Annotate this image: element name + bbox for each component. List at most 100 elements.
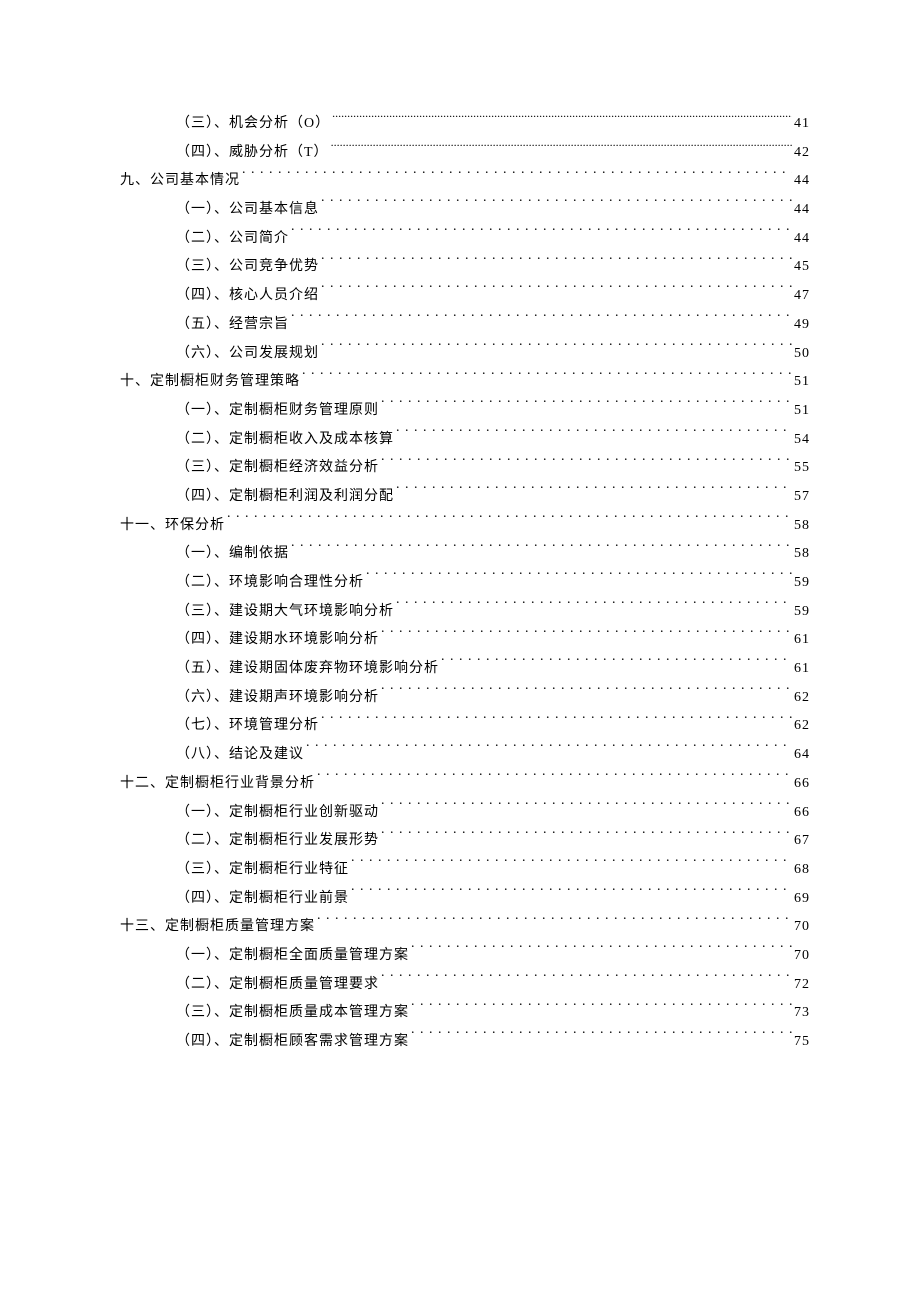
toc-leader: [366, 572, 792, 586]
toc-page-number: 72: [794, 971, 810, 1000]
toc-entry: （二）、定制橱柜质量管理要求 72: [176, 971, 810, 1000]
toc-page-number: 55: [794, 454, 810, 483]
toc-page-number: 58: [794, 512, 810, 541]
toc-page-number: 58: [794, 540, 810, 569]
toc-title: （七）、环境管理分析: [176, 712, 319, 741]
toc-entry: （二）、环境影响合理性分析 59: [176, 569, 810, 598]
toc-leader: [381, 629, 792, 643]
toc-page-number: 45: [794, 253, 810, 282]
toc-page-number: 59: [794, 598, 810, 627]
toc-page-number: 70: [794, 913, 810, 942]
toc-page-number: 49: [794, 311, 810, 340]
toc-entry: （六）、公司发展规划50: [176, 340, 810, 369]
toc-title: （二）、定制橱柜行业发展形势: [176, 827, 379, 856]
toc-page-number: 73: [794, 999, 810, 1028]
toc-page-number: 68: [794, 856, 810, 885]
toc-leader: [321, 199, 792, 213]
toc-page-number: 59: [794, 569, 810, 598]
toc-title: （二）、环境影响合理性分析: [176, 569, 364, 598]
toc-leader: [321, 715, 792, 729]
toc-leader: [381, 400, 792, 414]
toc-entry: （一）、定制橱柜财务管理原则 51: [176, 397, 810, 426]
toc-page-number: 41: [794, 110, 810, 139]
toc-title: （一）、定制橱柜财务管理原则: [176, 397, 379, 426]
toc-entry: 九、公司基本情况 44: [120, 167, 810, 196]
toc-leader: [411, 945, 792, 959]
toc-entry: （三）、定制橱柜行业特征 68: [176, 856, 810, 885]
toc-leader: [441, 658, 792, 672]
toc-entry: （一）、公司基本信息 44: [176, 196, 810, 225]
toc-entry: （一）、定制橱柜行业创新驱动66: [176, 799, 810, 828]
toc-leader: [351, 888, 792, 902]
toc-leader: [381, 974, 792, 988]
toc-page-number: 44: [794, 167, 810, 196]
toc-leader: [291, 228, 792, 242]
toc-title: （六）、建设期声环境影响分析: [176, 684, 379, 713]
toc-entry: 十、定制橱柜财务管理策略51: [120, 368, 810, 397]
toc-leader: [317, 773, 792, 787]
toc-leader: [381, 802, 792, 816]
toc-page-number: 51: [794, 368, 810, 397]
toc-page-number: 70: [794, 942, 810, 971]
toc-leader: [321, 343, 792, 357]
toc-entry: （二）、公司简介44: [176, 225, 810, 254]
toc-entry: （二）、定制橱柜行业发展形势 67: [176, 827, 810, 856]
toc-entry: （四）、定制橱柜顾客需求管理方案75: [176, 1028, 810, 1057]
toc-entry: （六）、建设期声环境影响分析62: [176, 684, 810, 713]
toc-leader: [306, 744, 792, 758]
toc-page-number: 51: [794, 397, 810, 426]
toc-title: （二）、定制橱柜质量管理要求: [176, 971, 379, 1000]
toc-entry: （四）、建设期水环境影响分析61: [176, 626, 810, 655]
toc-title: （一）、定制橱柜行业创新驱动: [176, 799, 379, 828]
toc-page: （三）、机会分析（O）41（四）、威胁分析（T）42九、公司基本情况44（一）、…: [0, 0, 920, 1057]
toc-title: （三）、机会分析（O）: [176, 110, 330, 139]
toc-entry: （四）、定制橱柜利润及利润分配57: [176, 483, 810, 512]
toc-title: 十二、定制橱柜行业背景分析: [120, 770, 315, 799]
toc-page-number: 66: [794, 770, 810, 799]
toc-leader: [411, 1002, 792, 1016]
toc-entry: （四）、定制橱柜行业前景69: [176, 885, 810, 914]
toc-entry: （一）、编制依据 58: [176, 540, 810, 569]
toc-page-number: 62: [794, 712, 810, 741]
toc-title: 十一、环保分析: [120, 512, 225, 541]
toc-leader: [396, 601, 792, 615]
toc-title: （三）、建设期大气环境影响分析: [176, 598, 394, 627]
toc-title: （四）、威胁分析（T）: [176, 139, 329, 168]
toc-leader: [291, 543, 792, 557]
toc-page-number: 57: [794, 483, 810, 512]
toc-page-number: 47: [794, 282, 810, 311]
toc-leader: [411, 1031, 792, 1045]
toc-title: 九、公司基本情况: [120, 167, 240, 196]
toc-entry: 十三、定制橱柜质量管理方案 70: [120, 913, 810, 942]
toc-entry: （三）、公司竞争优势 45: [176, 253, 810, 282]
toc-leader: [321, 285, 792, 299]
toc-title: （三）、定制橱柜经济效益分析: [176, 454, 379, 483]
toc-title: （五）、建设期固体废弃物环境影响分析: [176, 655, 439, 684]
toc-entry: （一）、定制橱柜全面质量管理方案70: [176, 942, 810, 971]
toc-title: （四）、定制橱柜顾客需求管理方案: [176, 1028, 409, 1057]
toc-entry: （五）、经营宗旨 49: [176, 311, 810, 340]
toc-leader: [381, 687, 792, 701]
toc-title: （一）、编制依据: [176, 540, 289, 569]
toc-leader: [242, 170, 792, 184]
toc-page-number: 44: [794, 196, 810, 225]
toc-title: （三）、定制橱柜行业特征: [176, 856, 349, 885]
toc-leader: [396, 429, 792, 443]
toc-entry: （八）、结论及建议64: [176, 741, 810, 770]
toc-leader: [317, 916, 792, 930]
toc-entry: （五）、建设期固体废弃物环境影响分析 61: [176, 655, 810, 684]
toc-title: （八）、结论及建议: [176, 741, 304, 770]
toc-entry: 十一、环保分析 58: [120, 512, 810, 541]
toc-title: （一）、公司基本信息: [176, 196, 319, 225]
toc-entry: （七）、环境管理分析 62: [176, 712, 810, 741]
toc-title: （三）、公司竞争优势: [176, 253, 319, 282]
toc-title: （三）、定制橱柜质量成本管理方案: [176, 999, 409, 1028]
toc-entry: （四）、威胁分析（T）42: [176, 139, 810, 168]
toc-page-number: 67: [794, 827, 810, 856]
toc-title: （五）、经营宗旨: [176, 311, 289, 340]
toc-page-number: 61: [794, 655, 810, 684]
toc-title: （四）、建设期水环境影响分析: [176, 626, 379, 655]
toc-leader: [331, 142, 792, 156]
toc-title: 十三、定制橱柜质量管理方案: [120, 913, 315, 942]
toc-entry: （三）、建设期大气环境影响分析 59: [176, 598, 810, 627]
